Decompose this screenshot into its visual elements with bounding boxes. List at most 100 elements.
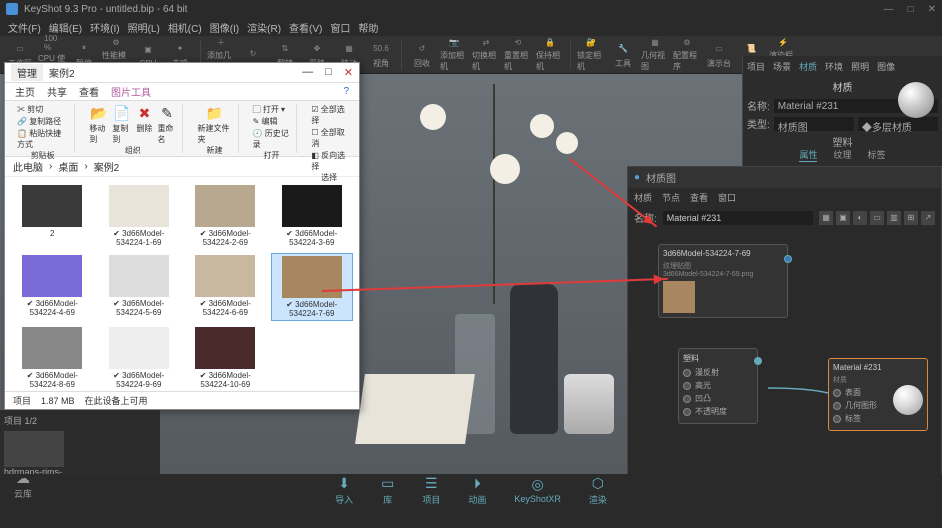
file-grid[interactable]: 2✔ 3d66Model-534224-1-69✔ 3d66Model-5342… [5, 177, 359, 391]
explorer-tab[interactable]: 管理 [11, 64, 43, 81]
node-canvas[interactable]: 3d66Model-534224-7-69 纹理贴图 3d66Model-534… [628, 228, 941, 474]
toolbar-button[interactable]: ▦几何视图 [641, 38, 669, 72]
output-port[interactable] [784, 255, 792, 263]
toolbar-button[interactable]: ⇄切换相机 [472, 38, 500, 72]
toolbar-button[interactable]: 🔧工具 [609, 38, 637, 72]
menu-window[interactable]: 窗口 [328, 20, 352, 35]
menu-edit[interactable]: 编辑(E) [47, 20, 84, 35]
history-button[interactable]: 🕘 历史记录 [253, 128, 291, 150]
crumb-folder[interactable]: 案例2 [94, 159, 120, 174]
graph-tool-icon[interactable]: ⊞ [904, 211, 918, 225]
menu-env[interactable]: 环境(I) [88, 20, 121, 35]
toolbar-button[interactable]: ⟲重置相机 [504, 38, 532, 72]
new-folder-button[interactable]: 📁新建文件夹 [197, 104, 231, 145]
menu-help[interactable]: 帮助 [356, 20, 380, 35]
file-item[interactable]: ✔ 3d66Model-534224-5-69 [98, 253, 181, 321]
toolbar-button[interactable]: 📷添加相机 [440, 38, 468, 72]
port-label[interactable]: 标签 [833, 413, 893, 424]
copy-path-button[interactable]: 🔗 复制路径 [17, 116, 61, 127]
move-to-button[interactable]: 📂移动到 [89, 104, 108, 145]
select-none-button[interactable]: ☐ 全部取消 [311, 127, 347, 149]
nav-view[interactable]: 查看 [79, 84, 99, 99]
tab-project[interactable]: 项目 [747, 60, 765, 73]
file-item[interactable]: ✔ 3d66Model-534224-9-69 [98, 325, 181, 391]
nav-share[interactable]: 共享 [47, 84, 67, 99]
cloud-library-button[interactable]: ☁云库 [14, 470, 32, 500]
graph-tool-icon[interactable]: ◐ [853, 211, 867, 225]
render-button[interactable]: ⬡渲染 [589, 475, 607, 506]
file-item[interactable]: ✔ 3d66Model-534224-1-69 [98, 183, 181, 249]
file-item[interactable]: ✔ 3d66Model-534224-8-69 [11, 325, 94, 391]
delete-button[interactable]: ✖删除 [135, 104, 153, 145]
graph-tool-icon[interactable]: ▣ [836, 211, 850, 225]
tab-env[interactable]: 环境 [825, 60, 843, 73]
hdr-thumb[interactable] [4, 431, 64, 467]
graph-tool-icon[interactable]: ▥ [887, 211, 901, 225]
project-button[interactable]: ☰项目 [422, 475, 440, 506]
graph-menu-node[interactable]: 节点 [662, 191, 680, 204]
tab-scene[interactable]: 场景 [773, 60, 791, 73]
menu-image[interactable]: 图像(I) [208, 20, 241, 35]
animation-button[interactable]: ⏵动画 [468, 475, 486, 506]
toolbar-button[interactable]: ⚙配置程序 [673, 38, 701, 72]
material-node[interactable]: Material #231 材质 表面 几何图形 标签 [828, 358, 928, 431]
tab-image[interactable]: 图像 [877, 60, 895, 73]
menu-camera[interactable]: 相机(C) [166, 20, 204, 35]
keyshotxr-button[interactable]: ◎KeyShotXR [514, 476, 561, 504]
tab-material[interactable]: 材质 [799, 60, 817, 73]
menu-view[interactable]: 查看(V) [287, 20, 324, 35]
file-item[interactable]: ✔ 3d66Model-534224-2-69 [184, 183, 267, 249]
close-button[interactable]: ✕ [928, 4, 936, 15]
port-diffuse[interactable]: 漫反射 [683, 367, 753, 378]
crumb-desktop[interactable]: 桌面 [58, 159, 78, 174]
toolbar-button[interactable]: 50.6视角 [367, 38, 395, 72]
tab-lighting[interactable]: 照明 [851, 60, 869, 73]
menu-file[interactable]: 文件(F) [6, 20, 43, 35]
toolbar-button[interactable]: ▭演示台 [705, 38, 733, 72]
texture-node[interactable]: 3d66Model-534224-7-69 纹理贴图 3d66Model-534… [658, 244, 788, 318]
explorer-min-button[interactable]: — [302, 66, 313, 79]
menu-light[interactable]: 照明(L) [126, 20, 162, 35]
explorer-close-button[interactable]: ✕ [344, 66, 353, 79]
crumb-pc[interactable]: 此电脑 [13, 159, 43, 174]
file-item[interactable]: ✔ 3d66Model-534224-10-69 [184, 325, 267, 391]
file-item[interactable]: ✔ 3d66Model-534224-7-69 [271, 253, 354, 321]
subtab-textures[interactable]: 纹理 [833, 148, 851, 162]
graph-name-input[interactable] [663, 211, 813, 225]
paste-shortcut-button[interactable]: 📋 粘贴快捷方式 [17, 128, 68, 150]
open-button[interactable]: ▢ 打开 ▾ [253, 104, 291, 115]
port-geometry[interactable]: 几何图形 [833, 400, 893, 411]
port-specular[interactable]: 高光 [683, 380, 753, 391]
toolbar-button[interactable]: 🔒保持相机 [536, 38, 564, 72]
maximize-button[interactable]: □ [908, 4, 914, 15]
subtab-labels[interactable]: 标签 [868, 148, 886, 162]
multi-material-button[interactable]: ◆多层材质 [858, 117, 938, 131]
cut-button[interactable]: ✂ 剪切 [17, 104, 43, 115]
material-graph-button[interactable]: 材质图 [774, 117, 854, 131]
plastic-node[interactable]: 塑料 漫反射 高光 凹凸 不透明度 [678, 348, 758, 424]
graph-tool-icon[interactable]: ▭ [870, 211, 884, 225]
graph-menu-view[interactable]: 查看 [690, 191, 708, 204]
invert-selection-button[interactable]: ◧ 反向选择 [311, 150, 347, 172]
subtab-properties[interactable]: 属性 [799, 148, 817, 162]
graph-tool-icon[interactable]: ▦ [819, 211, 833, 225]
nav-picture-tools[interactable]: 图片工具 [111, 84, 151, 99]
file-item[interactable]: ✔ 3d66Model-534224-6-69 [184, 253, 267, 321]
port-surface[interactable]: 表面 [833, 387, 893, 398]
graph-menu-material[interactable]: 材质 [634, 191, 652, 204]
rename-button[interactable]: ✎重命名 [157, 104, 176, 145]
select-all-button[interactable]: ☑ 全部选择 [311, 104, 347, 126]
copy-to-button[interactable]: 📄复制到 [112, 104, 131, 145]
port-bump[interactable]: 凹凸 [683, 393, 753, 404]
output-port[interactable] [754, 357, 762, 365]
explorer-path[interactable]: 案例2 [43, 64, 81, 81]
menu-render[interactable]: 渲染(R) [245, 20, 283, 35]
edit-button[interactable]: ✎ 编辑 [253, 116, 291, 127]
file-item[interactable]: ✔ 3d66Model-534224-4-69 [11, 253, 94, 321]
toolbar-button[interactable]: ↺回收 [408, 38, 436, 72]
help-icon[interactable]: ? [343, 86, 349, 97]
port-opacity[interactable]: 不透明度 [683, 406, 753, 417]
file-item[interactable]: ✔ 3d66Model-534224-3-69 [271, 183, 354, 249]
nav-home[interactable]: 主页 [15, 84, 35, 99]
graph-menu-window[interactable]: 窗口 [718, 191, 736, 204]
